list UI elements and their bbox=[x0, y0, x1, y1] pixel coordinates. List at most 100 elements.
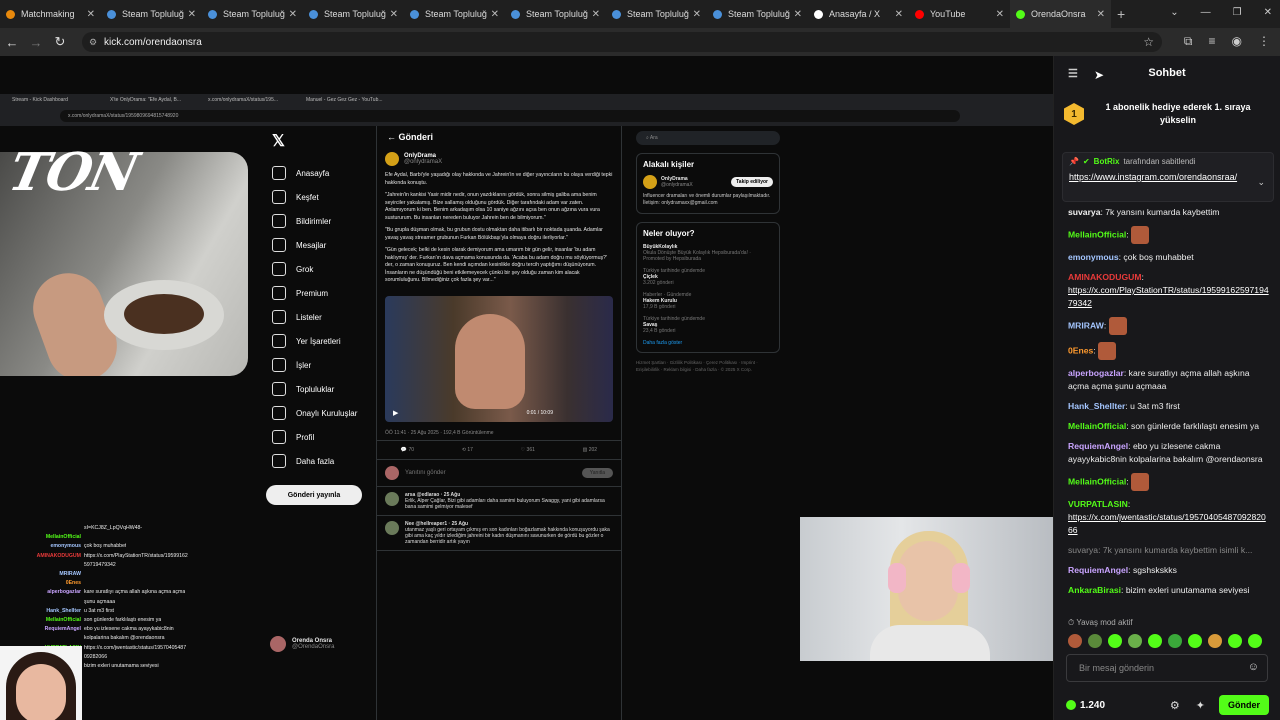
chat-message[interactable]: AnkaraBirasi: bizim exleri unutamama sev… bbox=[1068, 584, 1269, 597]
emote-icon[interactable] bbox=[1228, 634, 1242, 648]
chat-link[interactable]: https://x.com/jwentastic/status/19570405… bbox=[1068, 512, 1266, 535]
x-nav-item[interactable]: Bildirimler bbox=[266, 209, 366, 233]
x-nav-item[interactable]: Listeler bbox=[266, 305, 366, 329]
chat-message[interactable]: alperbogazlar: kare suratlıyı açma allah… bbox=[1068, 367, 1269, 393]
maximize-button[interactable]: ❐ bbox=[1233, 7, 1242, 18]
chat-username[interactable]: Hank_Shellter bbox=[1068, 401, 1125, 411]
trend-item[interactable]: Türkiye tarihinde gündemde Savaş 23,4 B gö… bbox=[643, 316, 773, 334]
reply-button[interactable]: Yanıtla bbox=[581, 467, 613, 478]
chat-link[interactable]: https://x.com/PlayStationTR/status/19599… bbox=[1068, 285, 1269, 308]
tab-close-icon[interactable]: ✕ bbox=[895, 9, 903, 20]
chat-message[interactable]: emonymous: çok boş muhabbet bbox=[1068, 251, 1269, 264]
site-info-icon[interactable]: ⚙ bbox=[89, 37, 97, 48]
chat-message[interactable]: AMINAKODUGUM: https://x.com/PlayStationT… bbox=[1068, 271, 1269, 310]
post-action[interactable]: ♡ 361 bbox=[521, 447, 535, 453]
chat-message[interactable]: MellainOfficial: son günlerde farklılaşt… bbox=[1068, 420, 1269, 433]
related-person[interactable]: OnlyDrama @onlydramaX Takip ediliyor bbox=[643, 175, 773, 189]
tab-close-icon[interactable]: ✕ bbox=[188, 9, 196, 20]
browser-tab[interactable]: Steam Topluluğu ✕ bbox=[707, 0, 808, 28]
post-action[interactable]: ▥ 202 bbox=[583, 447, 597, 453]
x-logo-icon[interactable]: 𝕏 bbox=[272, 131, 366, 151]
chat-username[interactable]: alperbogazlar bbox=[1068, 368, 1124, 378]
rewards-icon[interactable]: ✦ bbox=[1196, 699, 1205, 712]
x-nav-item[interactable]: Grok bbox=[266, 257, 366, 281]
emote-icon[interactable] bbox=[1188, 634, 1202, 648]
send-button[interactable]: Gönder bbox=[1218, 695, 1269, 715]
browser-tab[interactable]: YouTube ✕ bbox=[909, 0, 1010, 28]
emote-icon[interactable] bbox=[1088, 634, 1102, 648]
browser-tab[interactable]: Steam Topluluğu ✕ bbox=[202, 0, 303, 28]
tab-close-icon[interactable]: ✕ bbox=[87, 9, 95, 20]
browser-tab[interactable]: Anasayfa / X ✕ bbox=[808, 0, 909, 28]
tab-search-icon[interactable]: ⌄ bbox=[1170, 7, 1178, 18]
browser-tab[interactable]: Steam Topluluğu ✕ bbox=[303, 0, 404, 28]
chat-input[interactable]: Bir mesaj gönderin ☺ bbox=[1066, 654, 1268, 682]
chat-username[interactable]: AMINAKODUGUM bbox=[1068, 272, 1142, 282]
chat-username[interactable]: RequiemAngel bbox=[1068, 565, 1128, 575]
new-tab-button[interactable]: + bbox=[1117, 6, 1125, 22]
emote-icon[interactable] bbox=[1068, 634, 1082, 648]
x-nav-item[interactable]: Anasayfa bbox=[266, 161, 366, 185]
x-nav-item[interactable]: Onaylı Kuruluşlar bbox=[266, 401, 366, 425]
chat-message[interactable]: suvarya: 7k yansını kumarda kaybettim is… bbox=[1068, 544, 1269, 557]
profile-avatar-icon[interactable]: ◉ bbox=[1232, 34, 1242, 49]
trend-item[interactable]: BüyükKolaylık Okula Dönüşte Büyük Kolaylı… bbox=[643, 244, 773, 262]
tab-close-icon[interactable]: ✕ bbox=[1097, 9, 1105, 20]
post-video[interactable]: ▶ 0:01 / 10:09 bbox=[385, 295, 613, 422]
pinned-message[interactable]: 📌 ✔ BotRix tarafından sabitlendi https:/… bbox=[1062, 152, 1274, 202]
chat-message[interactable]: Hank_Shellter: u 3at m3 first bbox=[1068, 400, 1269, 413]
reply-composer[interactable]: Yanıtını gönder Yanıtla bbox=[377, 460, 621, 487]
emote-icon[interactable] bbox=[1168, 634, 1182, 648]
forward-button[interactable]: → bbox=[24, 35, 48, 50]
reply-item[interactable]: arsa @edlarao · 25 Ağu Erlik, Alper Çağla… bbox=[377, 487, 621, 516]
chat-message[interactable]: suvarya: 7k yansını kumarda kaybettim bbox=[1068, 206, 1269, 219]
close-window-button[interactable]: ✕ bbox=[1264, 7, 1272, 18]
browser-tab[interactable]: Steam Topluluğu ✕ bbox=[101, 0, 202, 28]
chat-username[interactable]: MellainOfficial bbox=[1068, 476, 1126, 486]
emote-icon[interactable] bbox=[1248, 634, 1262, 648]
play-icon[interactable]: ▶ bbox=[393, 409, 398, 417]
x-nav-item[interactable]: Premium bbox=[266, 281, 366, 305]
chevron-down-icon[interactable]: ⌄ bbox=[1257, 177, 1265, 188]
tab-close-icon[interactable]: ✕ bbox=[289, 9, 297, 20]
tab-close-icon[interactable]: ✕ bbox=[693, 9, 701, 20]
url-field[interactable]: ⚙ kick.com/orendaonsra ☆ bbox=[82, 32, 1162, 52]
x-post-button[interactable]: Gönderi yayınla bbox=[266, 485, 362, 505]
chat-message[interactable]: 0Enes: bbox=[1068, 342, 1269, 360]
chat-username[interactable]: suvarya bbox=[1068, 207, 1101, 217]
chat-username[interactable]: RequiemAngel bbox=[1068, 441, 1128, 451]
chat-username[interactable]: AnkaraBirasi bbox=[1068, 585, 1121, 595]
media-controls-icon[interactable]: ≡ bbox=[1209, 34, 1216, 49]
browser-tab[interactable]: OrendaOnsra ✕ bbox=[1010, 0, 1111, 28]
tab-close-icon[interactable]: ✕ bbox=[996, 9, 1004, 20]
chat-message[interactable]: RequiemAngel: ebo yu izlesene cakma ayay… bbox=[1068, 440, 1269, 466]
x-profile-chip[interactable]: Orenda Onsra @OrendaOnsra bbox=[270, 636, 334, 652]
emote-icon[interactable] bbox=[1128, 634, 1142, 648]
chat-username[interactable]: MellainOfficial bbox=[1068, 229, 1126, 239]
chat-message[interactable]: MRIRAW: bbox=[1068, 317, 1269, 335]
browser-tab[interactable]: Steam Topluluğu ✕ bbox=[505, 0, 606, 28]
collapse-chat-icon[interactable]: ☰ bbox=[1068, 67, 1078, 80]
trend-item[interactable]: Haberler · Gündemde Hakem Kurulu 17,9 B gö… bbox=[643, 292, 773, 310]
chat-message[interactable]: MellainOfficial: bbox=[1068, 473, 1269, 491]
reply-item[interactable]: Nee @hellreaper1 · 25 Ağu utanmaz yaşlı g… bbox=[377, 516, 621, 551]
chat-message[interactable]: RequiemAngel: sgshskskks bbox=[1068, 564, 1269, 577]
browser-tab[interactable]: Matchmaking ✕ bbox=[0, 0, 101, 28]
reload-button[interactable]: ↻ bbox=[48, 34, 72, 50]
gift-leaderboard-banner[interactable]: 1 1 abonelik hediye ederek 1. sıraya yük… bbox=[1054, 90, 1280, 138]
chat-message[interactable]: VURPATLASIN: https://x.com/jwentastic/st… bbox=[1068, 498, 1269, 537]
emote-icon[interactable] bbox=[1108, 634, 1122, 648]
channel-points[interactable]: 1.240 bbox=[1066, 700, 1105, 711]
chat-username[interactable]: MRIRAW bbox=[1068, 320, 1104, 330]
chat-username[interactable]: MellainOfficial bbox=[1068, 421, 1126, 431]
bookmark-star-icon[interactable]: ☆ bbox=[1143, 35, 1154, 49]
x-search-input[interactable]: ⌕ Ara bbox=[636, 131, 780, 145]
tab-close-icon[interactable]: ✕ bbox=[390, 9, 398, 20]
post-action[interactable]: 💬 70 bbox=[401, 447, 414, 453]
chat-message[interactable]: MellainOfficial: bbox=[1068, 226, 1269, 244]
back-button[interactable]: ← bbox=[0, 35, 24, 50]
settings-gear-icon[interactable]: ⚙ bbox=[1170, 699, 1180, 712]
chat-username[interactable]: 0Enes bbox=[1068, 345, 1093, 355]
chat-username[interactable]: VURPATLASIN bbox=[1068, 499, 1128, 509]
x-nav-item[interactable]: İşler bbox=[266, 353, 366, 377]
